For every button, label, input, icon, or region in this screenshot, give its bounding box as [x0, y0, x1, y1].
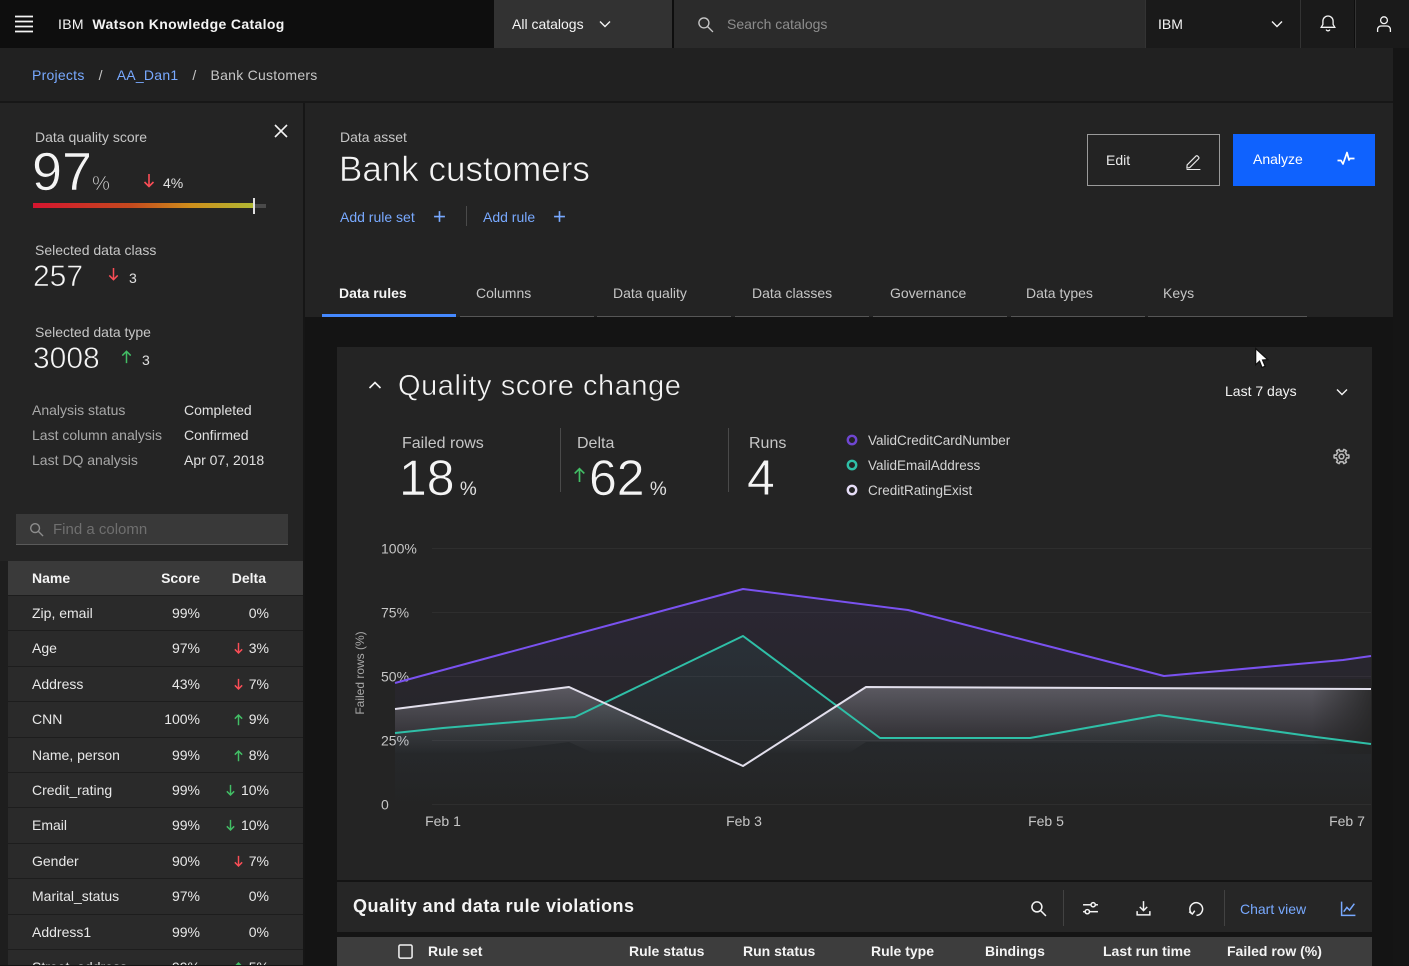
svg-text:0: 0	[381, 797, 389, 813]
svg-text:Feb 1: Feb 1	[425, 813, 461, 829]
svg-text:Feb 5: Feb 5	[1028, 813, 1064, 829]
svg-text:Feb 7: Feb 7	[1329, 813, 1365, 829]
svg-text:100%: 100%	[381, 541, 417, 557]
svg-text:Failed rows (%): Failed rows (%)	[353, 631, 367, 714]
svg-text:75%: 75%	[381, 605, 409, 621]
